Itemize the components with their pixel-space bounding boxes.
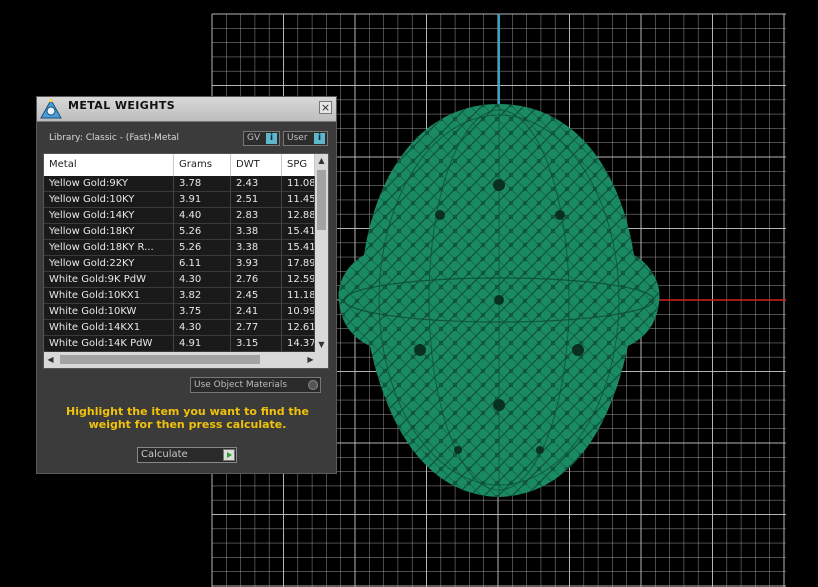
table-body: Yellow Gold:9KY 3.78 2.43 11.08 Yellow Gold:… bbox=[44, 176, 315, 352]
cell-grams: 6.11 bbox=[174, 256, 231, 272]
table-row[interactable]: White Gold:14KX1 4.30 2.77 12.61 bbox=[44, 320, 315, 336]
cell-dwt: 2.51 bbox=[231, 192, 282, 208]
horizontal-scrollbar[interactable]: ◀ ▶ bbox=[44, 352, 328, 368]
column-header-dwt[interactable]: DWT bbox=[231, 154, 282, 176]
cell-metal: Yellow Gold:18KY R... bbox=[44, 240, 174, 256]
table-row[interactable]: White Gold:9K PdW 4.30 2.76 12.59 bbox=[44, 272, 315, 288]
table-row[interactable]: Yellow Gold:18KY 5.26 3.38 15.41 bbox=[44, 224, 315, 240]
close-button[interactable]: × bbox=[319, 101, 332, 114]
table-header: Metal Grams DWT SPG bbox=[44, 154, 315, 176]
cell-spg: 12.61 bbox=[282, 320, 315, 336]
cell-dwt: 3.93 bbox=[231, 256, 282, 272]
cell-dwt: 3.15 bbox=[231, 336, 282, 352]
info-icon[interactable]: i bbox=[266, 133, 277, 144]
cell-dwt: 2.83 bbox=[231, 208, 282, 224]
cell-grams: 3.75 bbox=[174, 304, 231, 320]
cell-grams: 4.30 bbox=[174, 320, 231, 336]
vertical-scroll-thumb[interactable] bbox=[317, 170, 326, 230]
use-object-materials-label: Use Object Materials bbox=[194, 380, 288, 390]
cell-dwt: 2.43 bbox=[231, 176, 282, 192]
cell-dwt: 2.76 bbox=[231, 272, 282, 288]
cell-grams: 3.82 bbox=[174, 288, 231, 304]
cell-spg: 15.41 bbox=[282, 240, 315, 256]
cell-metal: Yellow Gold:14KY bbox=[44, 208, 174, 224]
cell-spg: 12.59 bbox=[282, 272, 315, 288]
scroll-up-arrow-icon[interactable]: ▲ bbox=[316, 155, 327, 167]
cell-dwt: 2.77 bbox=[231, 320, 282, 336]
cell-grams: 5.26 bbox=[174, 240, 231, 256]
cell-metal: Yellow Gold:18KY bbox=[44, 224, 174, 240]
table-row[interactable]: White Gold:10KX1 3.82 2.45 11.18 bbox=[44, 288, 315, 304]
cell-grams: 3.91 bbox=[174, 192, 231, 208]
cell-dwt: 3.38 bbox=[231, 224, 282, 240]
metal-weights-app-icon bbox=[39, 97, 63, 121]
cell-dwt: 3.38 bbox=[231, 240, 282, 256]
metal-object-mesh[interactable] bbox=[338, 104, 660, 497]
cell-spg: 11.45 bbox=[282, 192, 315, 208]
toggle-circle-icon[interactable] bbox=[308, 380, 318, 390]
instruction-text: Highlight the item you want to find the … bbox=[66, 405, 309, 431]
scroll-left-arrow-icon[interactable]: ◀ bbox=[45, 354, 56, 366]
calculate-label: Calculate bbox=[141, 449, 188, 460]
cell-spg: 15.41 bbox=[282, 224, 315, 240]
cell-metal: Yellow Gold:22KY bbox=[44, 256, 174, 272]
cell-metal: White Gold:14KX1 bbox=[44, 320, 174, 336]
column-header-metal[interactable]: Metal bbox=[44, 154, 174, 176]
cell-metal: White Gold:10KX1 bbox=[44, 288, 174, 304]
vertical-scrollbar[interactable]: ▲ ▼ bbox=[315, 154, 328, 352]
cell-grams: 5.26 bbox=[174, 224, 231, 240]
table-row[interactable]: White Gold:10KW 3.75 2.41 10.99 bbox=[44, 304, 315, 320]
cell-metal: White Gold:9K PdW bbox=[44, 272, 174, 288]
cell-spg: 12.88 bbox=[282, 208, 315, 224]
cell-metal: White Gold:14K PdW bbox=[44, 336, 174, 352]
cell-grams: 3.78 bbox=[174, 176, 231, 192]
calculate-button[interactable]: Calculate bbox=[137, 447, 237, 463]
metal-table: Metal Grams DWT SPG Yellow Gold:9KY 3.78 2… bbox=[43, 153, 329, 369]
library-label: Library: Classic - (Fast)-Metal bbox=[49, 133, 180, 143]
user-toggle[interactable]: User i bbox=[283, 131, 328, 146]
cell-metal: Yellow Gold:9KY bbox=[44, 176, 174, 192]
panel-title: METAL WEIGHTS bbox=[68, 99, 176, 112]
cell-spg: 11.08 bbox=[282, 176, 315, 192]
cell-spg: 17.89 bbox=[282, 256, 315, 272]
column-header-spg[interactable]: SPG bbox=[282, 154, 315, 176]
cell-dwt: 2.41 bbox=[231, 304, 282, 320]
horizontal-scroll-thumb[interactable] bbox=[60, 355, 260, 364]
cell-dwt: 2.45 bbox=[231, 288, 282, 304]
table-row[interactable]: Yellow Gold:22KY 6.11 3.93 17.89 bbox=[44, 256, 315, 272]
cell-grams: 4.30 bbox=[174, 272, 231, 288]
column-header-grams[interactable]: Grams bbox=[174, 154, 231, 176]
cell-spg: 11.18 bbox=[282, 288, 315, 304]
use-object-materials-toggle[interactable]: Use Object Materials bbox=[190, 377, 321, 393]
cell-grams: 4.91 bbox=[174, 336, 231, 352]
play-arrow-icon[interactable] bbox=[223, 449, 235, 461]
cell-spg: 10.99 bbox=[282, 304, 315, 320]
info-icon[interactable]: i bbox=[314, 133, 325, 144]
metal-weights-panel: METAL WEIGHTS × Library: Classic - (Fast… bbox=[36, 96, 337, 474]
table-row[interactable]: White Gold:14K PdW 4.91 3.15 14.37 bbox=[44, 336, 315, 352]
cell-metal: White Gold:10KW bbox=[44, 304, 174, 320]
panel-titlebar[interactable]: METAL WEIGHTS × bbox=[37, 97, 336, 122]
user-label: User bbox=[287, 133, 308, 143]
scroll-right-arrow-icon[interactable]: ▶ bbox=[305, 354, 316, 366]
cell-metal: Yellow Gold:10KY bbox=[44, 192, 174, 208]
cell-spg: 14.37 bbox=[282, 336, 315, 352]
scroll-down-arrow-icon[interactable]: ▼ bbox=[316, 339, 327, 351]
table-row[interactable]: Yellow Gold:10KY 3.91 2.51 11.45 bbox=[44, 192, 315, 208]
table-row[interactable]: Yellow Gold:18KY R... 5.26 3.38 15.41 bbox=[44, 240, 315, 256]
table-row[interactable]: Yellow Gold:14KY 4.40 2.83 12.88 bbox=[44, 208, 315, 224]
gv-label: GV bbox=[247, 133, 261, 143]
gv-toggle[interactable]: GV i bbox=[243, 131, 280, 146]
cell-grams: 4.40 bbox=[174, 208, 231, 224]
table-row[interactable]: Yellow Gold:9KY 3.78 2.43 11.08 bbox=[44, 176, 315, 192]
